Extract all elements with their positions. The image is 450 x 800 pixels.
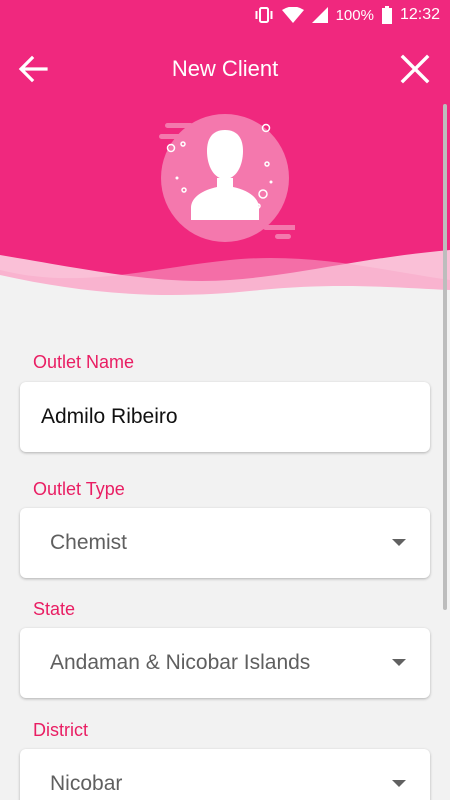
- district-label: District: [33, 720, 88, 740]
- outlet-type-value: Chemist: [50, 531, 128, 554]
- status-bar: 100% 12:32: [0, 0, 450, 32]
- district-value: Nicobar: [50, 772, 123, 795]
- close-icon[interactable]: [398, 52, 432, 86]
- outlet-name-label: Outlet Name: [33, 352, 135, 372]
- signal-icon: [311, 7, 328, 23]
- state-select[interactable]: Andaman & Nicobar Islands: [20, 628, 430, 698]
- vibrate-icon: [254, 7, 274, 23]
- outlet-name-input[interactable]: [41, 382, 411, 452]
- dropdown-arrow-icon: [392, 780, 406, 787]
- battery-icon: [381, 6, 392, 24]
- dropdown-arrow-icon: [392, 539, 406, 546]
- dropdown-arrow-icon: [392, 659, 406, 666]
- scrollbar[interactable]: [443, 104, 447, 610]
- district-select[interactable]: Nicobar: [20, 749, 430, 800]
- wifi-icon: [281, 7, 304, 23]
- toolbar: New Client: [0, 40, 450, 96]
- header: 100% 12:32 New Client: [0, 0, 450, 300]
- state-value: Andaman & Nicobar Islands: [50, 651, 311, 674]
- state-label: State: [33, 599, 76, 619]
- outlet-type-select[interactable]: Chemist: [20, 508, 430, 578]
- clock: 12:32: [399, 6, 440, 23]
- outlet-type-label: Outlet Type: [33, 479, 125, 499]
- battery-percent: 100%: [335, 6, 374, 24]
- header-wave: [0, 250, 450, 300]
- outlet-name-field[interactable]: [20, 382, 430, 452]
- avatar[interactable]: [155, 108, 299, 248]
- page-title: New Client: [171, 56, 279, 81]
